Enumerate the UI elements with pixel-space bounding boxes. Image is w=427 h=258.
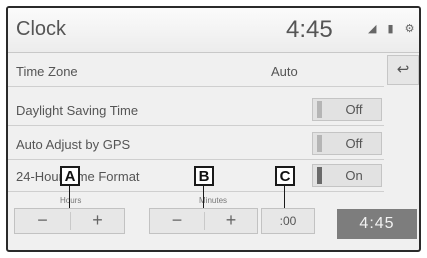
callout-a: A	[60, 166, 80, 186]
reset-minutes-button[interactable]: :00	[261, 208, 315, 234]
hours-plus-button[interactable]: +	[71, 209, 124, 233]
daylight-saving-label: Daylight Saving Time	[16, 103, 139, 118]
callout-c-leader	[284, 186, 285, 208]
toggle-indicator	[317, 135, 322, 152]
callout-a-leader	[69, 186, 70, 208]
row-auto-adjust-gps[interactable]: Auto Adjust by GPS Off	[8, 129, 384, 160]
time-zone-label: Time Zone	[16, 64, 78, 79]
callout-c: C	[275, 166, 295, 186]
toggle-indicator	[317, 167, 322, 184]
page-title: Clock	[16, 18, 67, 40]
minutes-plus-button[interactable]: +	[205, 209, 257, 233]
callout-b-leader	[203, 186, 204, 208]
header-clock: 4:45	[286, 16, 333, 43]
hours-stepper: − +	[14, 208, 125, 234]
auto-adjust-gps-label: Auto Adjust by GPS	[16, 137, 131, 152]
minutes-minus-button[interactable]: −	[150, 209, 204, 233]
auto-adjust-gps-toggle-state: Off	[345, 136, 363, 151]
callout-b: B	[194, 166, 214, 186]
row-time-zone[interactable]: Time Zone Auto	[8, 56, 384, 87]
auto-adjust-gps-toggle[interactable]: Off	[312, 132, 382, 155]
time-display: 4:45	[337, 209, 417, 239]
back-button[interactable]: ↩	[387, 55, 419, 85]
toggle-indicator	[317, 101, 322, 118]
header-bar: Clock 4:45 ◢ ▮ ⚙	[8, 8, 419, 53]
hours-minus-button[interactable]: −	[15, 209, 70, 233]
back-icon: ↩	[396, 61, 410, 78]
row-daylight-saving[interactable]: Daylight Saving Time Off	[8, 95, 384, 126]
daylight-saving-toggle[interactable]: Off	[312, 98, 382, 121]
minutes-stepper: − +	[149, 208, 258, 234]
24-hour-format-toggle[interactable]: On	[312, 164, 382, 187]
daylight-saving-toggle-state: Off	[345, 102, 363, 117]
24-hour-format-toggle-state: On	[345, 168, 363, 183]
status-icons: ◢ ▮ ⚙	[368, 23, 419, 35]
clock-settings-screen: Clock 4:45 ◢ ▮ ⚙ ↩ Time Zone Auto Daylig…	[6, 6, 421, 252]
time-zone-value: Auto	[271, 64, 298, 79]
hours-label: Hours	[60, 196, 82, 205]
